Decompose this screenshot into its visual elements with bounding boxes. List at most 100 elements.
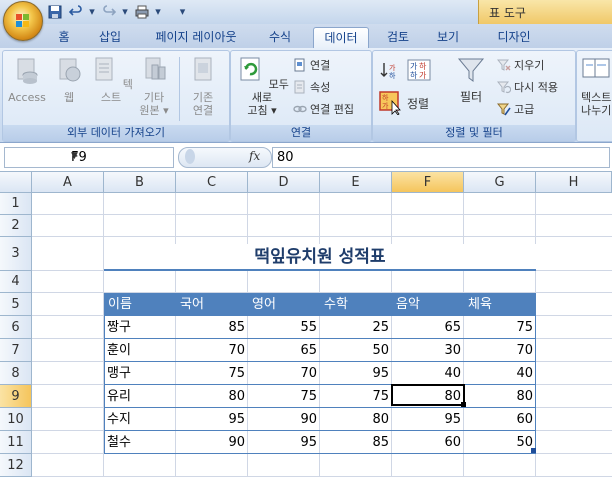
web-button[interactable]: 웹	[51, 55, 87, 104]
cell-score[interactable]: 85	[176, 316, 248, 339]
redo-icon[interactable]	[100, 3, 117, 20]
table-header-pe[interactable]: 체육	[464, 293, 536, 316]
cell-score[interactable]: 80	[464, 385, 536, 408]
edit-links-button[interactable]: 연결 편집	[293, 101, 354, 117]
cell-score[interactable]: 95	[392, 408, 464, 431]
column-header-e[interactable]: E	[320, 172, 392, 193]
from-text-button[interactable]: 텍스트	[89, 55, 133, 104]
cell-score[interactable]: 90	[248, 408, 320, 431]
cell-score[interactable]: 75	[248, 385, 320, 408]
column-header-b[interactable]: B	[104, 172, 176, 193]
existing-connections-button[interactable]: 기존 연결	[183, 55, 223, 117]
row-header-2[interactable]: 2	[0, 215, 32, 237]
row-header-6[interactable]: 6	[0, 316, 32, 339]
chevron-down-icon[interactable]: ▾	[88, 3, 96, 20]
tab-design[interactable]: 디자인	[490, 27, 538, 47]
cell-score[interactable]: 40	[392, 362, 464, 385]
cell-score[interactable]: 85	[320, 431, 392, 454]
sort-descending-button[interactable]: 가하하가	[407, 59, 431, 81]
row-header-8[interactable]: 8	[0, 362, 32, 385]
column-header-h[interactable]: H	[536, 172, 612, 193]
tab-view[interactable]: 보기	[430, 27, 466, 47]
cell-score[interactable]: 95	[320, 362, 392, 385]
table-resize-handle[interactable]	[531, 448, 536, 453]
formula-input[interactable]: 80	[272, 147, 610, 168]
reapply-button[interactable]: 다시 적용	[497, 79, 558, 95]
cell-score[interactable]: 75	[176, 362, 248, 385]
cell-score[interactable]: 90	[176, 431, 248, 454]
select-all-button[interactable]	[0, 172, 32, 193]
chevron-down-icon[interactable]: ▾	[121, 3, 129, 20]
print-icon[interactable]	[133, 3, 150, 20]
save-icon[interactable]	[46, 3, 63, 20]
row-header-11[interactable]: 11	[0, 431, 32, 454]
sort-custom-button[interactable]: 하가	[379, 91, 401, 115]
cell-name[interactable]: 유리	[104, 385, 176, 408]
sort-button[interactable]: 정렬	[407, 95, 429, 112]
filter-button[interactable]: 필터	[451, 55, 491, 104]
cell-score[interactable]: 70	[176, 339, 248, 362]
table-header-math[interactable]: 수학	[320, 293, 392, 316]
row-header-1[interactable]: 1	[0, 193, 32, 215]
chevron-down-icon[interactable]: ▾	[154, 3, 162, 20]
tab-home[interactable]: 홈	[52, 27, 76, 47]
cell-score[interactable]: 75	[320, 385, 392, 408]
cell-name[interactable]: 수지	[104, 408, 176, 431]
clear-filter-button[interactable]: 지우기	[497, 57, 544, 73]
tab-data[interactable]: 데이터	[313, 27, 369, 48]
insert-function-icon[interactable]: fx	[249, 149, 260, 163]
cell-score[interactable]: 95	[248, 431, 320, 454]
cell-score[interactable]: 80	[320, 408, 392, 431]
properties-button[interactable]: 속성	[293, 79, 330, 95]
cell-score[interactable]: 70	[464, 339, 536, 362]
cell-score[interactable]: 50	[320, 339, 392, 362]
cell-score[interactable]: 65	[248, 339, 320, 362]
cell-name[interactable]: 훈이	[104, 339, 176, 362]
cell-score[interactable]: 40	[464, 362, 536, 385]
cell-score[interactable]: 30	[392, 339, 464, 362]
advanced-filter-button[interactable]: 고급	[497, 101, 534, 117]
cell-score[interactable]: 25	[320, 316, 392, 339]
table-header-english[interactable]: 영어	[248, 293, 320, 316]
cell-score[interactable]: 65	[392, 316, 464, 339]
column-header-a[interactable]: A	[32, 172, 104, 193]
undo-icon[interactable]	[67, 3, 84, 20]
access-button[interactable]: Access	[5, 55, 49, 104]
cell-name[interactable]: 철수	[104, 431, 176, 454]
table-header-korean[interactable]: 국어	[176, 293, 248, 316]
sort-ascending-button[interactable]: 가하	[379, 61, 397, 79]
row-header-3[interactable]: 3	[0, 237, 32, 271]
row-header-10[interactable]: 10	[0, 408, 32, 431]
cell-name[interactable]: 맹구	[104, 362, 176, 385]
worksheet-grid[interactable]: A B C D E F G H 1 2 3 4 5 6 7 8 9 10 11 …	[0, 172, 612, 477]
text-to-columns-button[interactable]: 텍스트 나누기	[581, 55, 612, 117]
tab-review[interactable]: 검토	[380, 27, 416, 47]
other-sources-button[interactable]: 기타 원본 ▾	[135, 55, 173, 117]
refresh-all-button[interactable]: 모두 새로 고침 ▾	[233, 55, 291, 117]
name-box[interactable]: F9 ▼	[4, 147, 174, 168]
row-header-12[interactable]: 12	[0, 454, 32, 477]
column-header-g[interactable]: G	[464, 172, 536, 193]
sheet-title[interactable]: 떡잎유치원 성적표	[104, 244, 536, 270]
expand-handle[interactable]	[185, 149, 195, 164]
cell-score[interactable]: 60	[464, 408, 536, 431]
row-header-5[interactable]: 5	[0, 293, 32, 316]
chevron-down-icon[interactable]: ▼	[71, 151, 169, 161]
column-header-d[interactable]: D	[248, 172, 320, 193]
table-header-music[interactable]: 음악	[392, 293, 464, 316]
cell-score[interactable]: 75	[464, 316, 536, 339]
column-header-c[interactable]: C	[176, 172, 248, 193]
fill-handle[interactable]	[461, 402, 466, 407]
cell-score[interactable]: 80	[176, 385, 248, 408]
office-button[interactable]	[3, 1, 43, 41]
cell-score[interactable]: 95	[176, 408, 248, 431]
connections-button[interactable]: 연결	[293, 57, 330, 73]
row-header-9[interactable]: 9	[0, 385, 32, 408]
row-header-7[interactable]: 7	[0, 339, 32, 362]
cell-name[interactable]: 짱구	[104, 316, 176, 339]
cell-score[interactable]: 70	[248, 362, 320, 385]
table-header-name[interactable]: 이름	[104, 293, 176, 316]
customize-qat-icon[interactable]: ▾	[174, 3, 191, 20]
tab-insert[interactable]: 삽입	[92, 27, 128, 47]
column-header-f[interactable]: F	[392, 172, 464, 193]
